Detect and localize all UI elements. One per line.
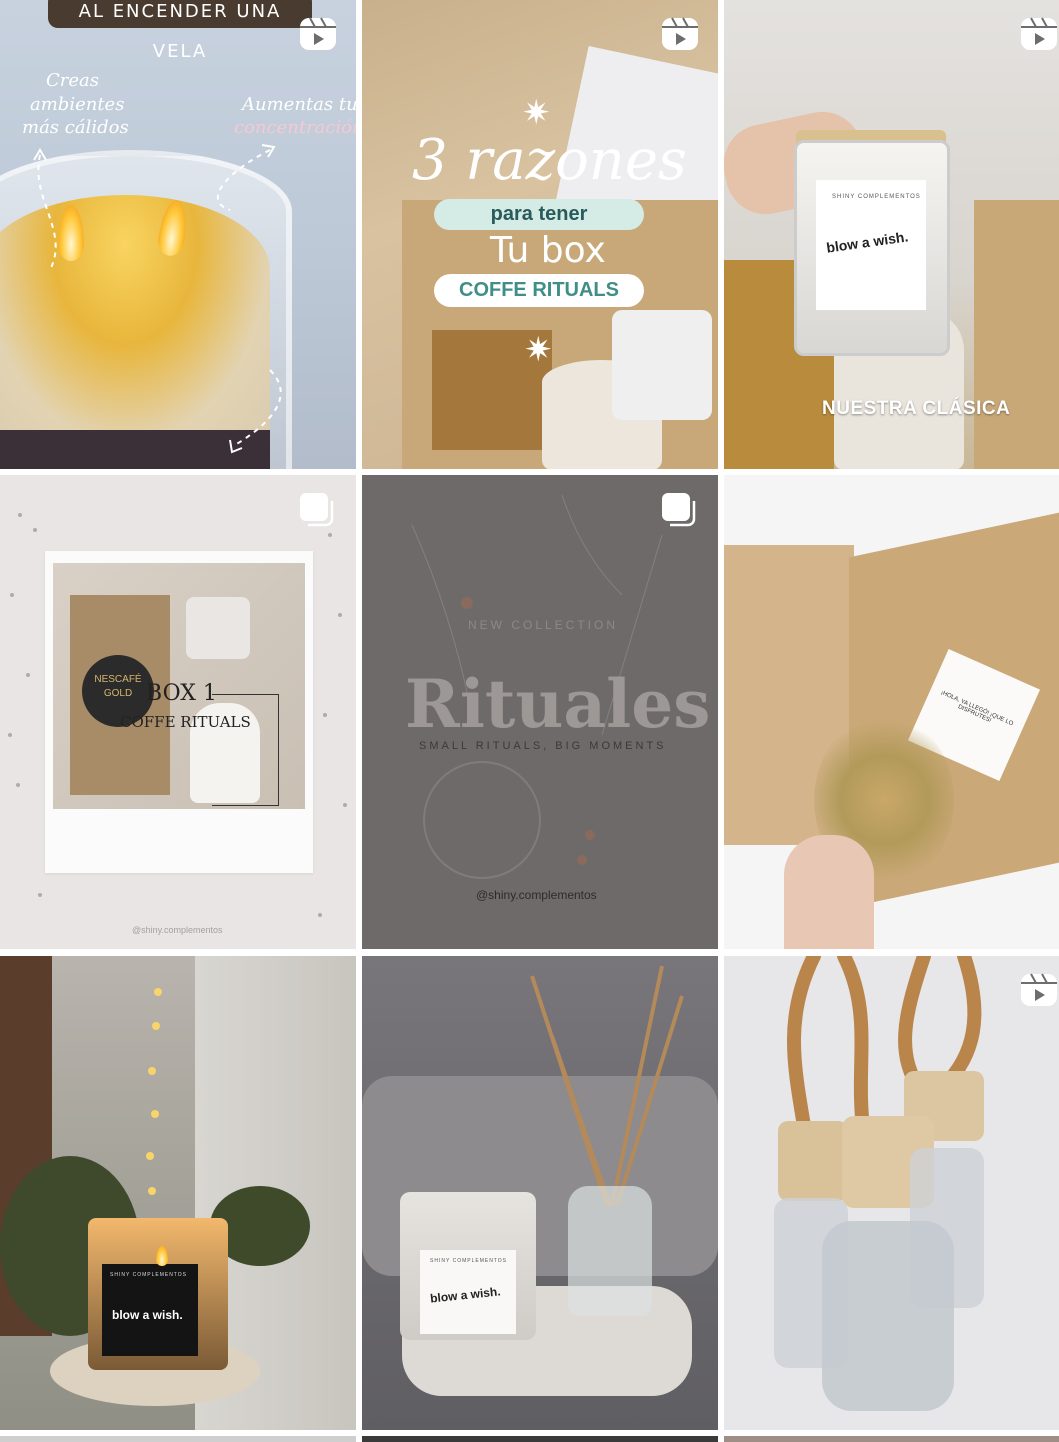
carousel-icon [300, 493, 334, 527]
grid-post-9[interactable] [724, 956, 1059, 1430]
post-title: Rituales [405, 665, 711, 743]
grid-post-2[interactable]: 3 razones para tener Tu box COFFE RITUAL… [362, 0, 718, 469]
post-headline: 3 razones [412, 128, 687, 193]
reel-icon [300, 17, 336, 50]
decorative-arrows [33, 144, 282, 454]
post-caption: NUESTRA CLÁSICA [822, 398, 1011, 419]
grid-post-4[interactable]: NESCAFÉ GOLD BOX 1 COFFE RITUALS @shiny.… [0, 475, 356, 949]
sparkle-icon: ✷ [522, 94, 551, 132]
jar-label: SHINY COMPLEMENTOS blow a wish. [102, 1264, 198, 1356]
grid-post-1[interactable]: AL ENCENDER UNA VELA Creas ambientes más… [0, 0, 356, 469]
hand [784, 835, 874, 949]
box-frame-line [212, 694, 279, 806]
grid-post-7[interactable]: SHINY COMPLEMENTOS blow a wish. [0, 956, 356, 1430]
wood-cap [778, 1121, 848, 1201]
diffuser-bottle [568, 1186, 652, 1316]
grid-post-partial[interactable] [362, 1436, 718, 1442]
box-label-text: ¡HOLA, YA LLEGÓ! ¡QUE LO DISFRUTES! [939, 689, 1014, 728]
jar-label-text: blow a wish. [825, 228, 910, 256]
grid-post-partial[interactable] [0, 1436, 356, 1442]
box-title: BOX 1 [146, 681, 217, 706]
jar-brand: SHINY COMPLEMENTOS [832, 194, 921, 200]
candle-jar [612, 310, 712, 420]
jar-label: SHINY COMPLEMENTOS blow a wish. [816, 180, 926, 310]
carousel-icon [662, 493, 696, 527]
post-pill: para tener [434, 199, 644, 230]
post-subtitle: SMALL RITUALS, BIG MOMENTS [419, 740, 667, 752]
watermark: @shiny.complementos [132, 925, 223, 935]
grid-post-8[interactable]: SHINY COMPLEMENTOS blow a wish. [362, 956, 718, 1430]
reel-icon [1021, 17, 1057, 50]
sparkle-icon: ✷ [524, 331, 553, 369]
reel-icon [1021, 973, 1057, 1006]
grid-post-3[interactable]: SHINY COMPLEMENTOS blow a wish. NUESTRA … [724, 0, 1059, 469]
kraft-box [974, 200, 1059, 469]
grid-post-partial[interactable] [724, 1436, 1059, 1442]
jar-brand: SHINY COMPLEMENTOS [110, 1272, 187, 1278]
grid-post-5[interactable]: NEW COLLECTION Rituales SMALL RITUALS, B… [362, 475, 718, 949]
glass-bottle [822, 1221, 954, 1411]
post-pill: COFFE RITUALS [434, 274, 644, 307]
reel-icon [662, 17, 698, 50]
jar-label-text: blow a wish. [429, 1284, 502, 1306]
jar-label: SHINY COMPLEMENTOS blow a wish. [420, 1250, 516, 1334]
candle-jar [186, 597, 250, 659]
post-kicker: NEW COLLECTION [468, 618, 619, 632]
candle-flame [156, 1246, 168, 1266]
post-handle: @shiny.complementos [476, 888, 597, 902]
jar-brand: SHINY COMPLEMENTOS [430, 1258, 507, 1264]
jar-label-text: blow a wish. [112, 1308, 183, 1322]
post-text: Tu box [490, 230, 606, 271]
grid-post-6[interactable]: ¡HOLA, YA LLEGÓ! ¡QUE LO DISFRUTES! [724, 475, 1059, 949]
